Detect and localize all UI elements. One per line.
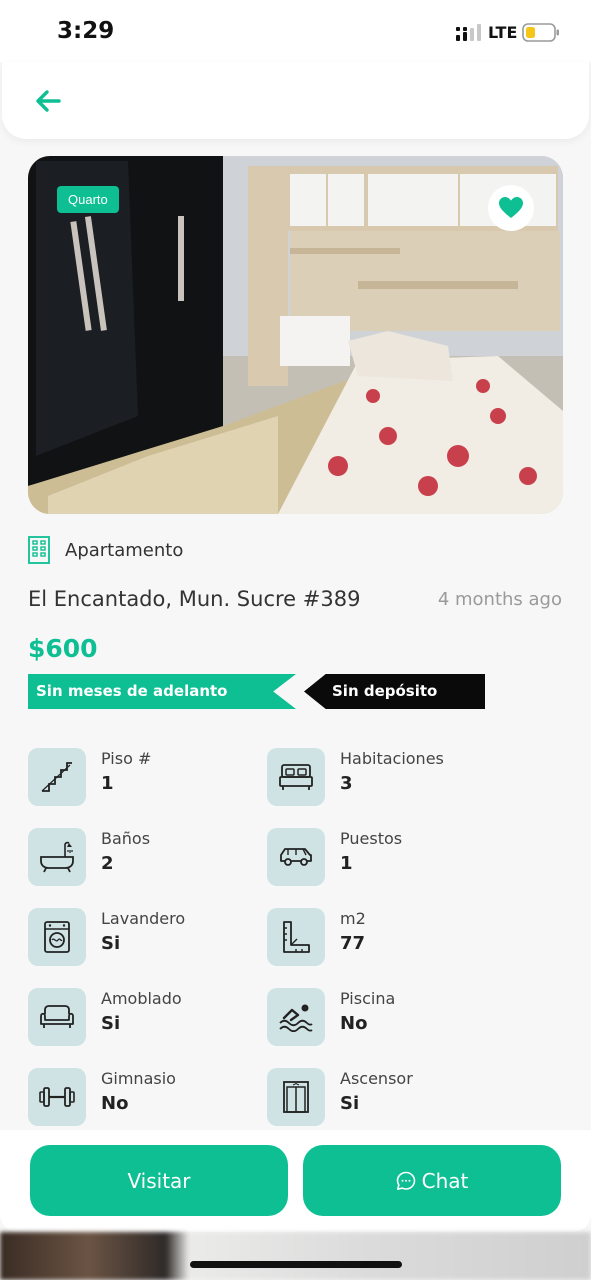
feature-area: m2 77	[267, 908, 507, 966]
building-icon	[28, 536, 50, 564]
bathtub-icon	[40, 841, 74, 873]
no-deposit-tag: Sin depósito	[304, 674, 485, 709]
top-bar	[2, 62, 589, 139]
feature-icon-box	[28, 908, 86, 966]
stairs-icon	[41, 762, 72, 792]
property-type-label: Apartamento	[65, 539, 184, 561]
favorite-button[interactable]	[488, 185, 534, 231]
feature-value: Si	[101, 1013, 121, 1034]
bed-icon	[279, 764, 313, 790]
feature-laundry: Lavandero Si	[28, 908, 268, 966]
status-bar: 3:29 LTE	[0, 0, 591, 62]
feature-label: Lavandero	[101, 909, 186, 928]
feature-value: 3	[340, 773, 353, 794]
ruler-icon	[283, 921, 310, 953]
feature-label: Habitaciones	[340, 749, 444, 768]
sofa-icon	[40, 1005, 74, 1028]
feature-icon-box	[267, 988, 325, 1046]
visit-button[interactable]: Visitar	[30, 1145, 288, 1216]
feature-value: 77	[340, 933, 366, 954]
chat-button[interactable]: Chat	[303, 1145, 561, 1216]
heart-icon	[499, 197, 523, 218]
cellular-signal-icon	[456, 24, 481, 41]
feature-bathrooms: Baños 2	[28, 828, 268, 886]
feature-gym: Gimnasio No	[28, 1068, 268, 1126]
feature-value: Si	[101, 933, 121, 954]
feature-icon-box	[267, 828, 325, 886]
feature-label: Puestos	[340, 829, 403, 848]
arrow-left-icon	[36, 90, 61, 112]
feature-value: 1	[101, 773, 114, 794]
feature-value: Si	[340, 1093, 360, 1114]
feature-label: Ascensor	[340, 1069, 413, 1088]
feature-label: Baños	[101, 829, 151, 848]
feature-furnished: Amoblado Si	[28, 988, 268, 1046]
no-advance-months-tag: Sin meses de adelanto	[28, 674, 296, 709]
background-content-blur	[0, 1232, 591, 1280]
battery-icon	[522, 23, 559, 42]
feature-value: 2	[101, 853, 114, 874]
property-photo[interactable]: Quarto	[28, 156, 563, 514]
feature-icon-box	[28, 1068, 86, 1126]
feature-elevator: Ascensor Si	[267, 1068, 507, 1126]
feature-floor: Piso # 1	[28, 748, 268, 806]
feature-icon-box	[28, 828, 86, 886]
whatsapp-icon	[396, 1171, 415, 1190]
chat-button-label: Chat	[421, 1168, 469, 1193]
property-type-row: Apartamento	[28, 535, 183, 565]
status-time: 3:29	[57, 18, 115, 44]
feature-parking: Puestos 1	[267, 828, 507, 886]
feature-value: 1	[340, 853, 353, 874]
feature-label: Gimnasio	[101, 1069, 176, 1088]
home-indicator[interactable]	[190, 1261, 402, 1268]
car-icon	[280, 848, 312, 866]
feature-label: Piso #	[101, 749, 152, 768]
room-type-badge: Quarto	[57, 186, 119, 213]
feature-icon-box	[28, 748, 86, 806]
feature-icon-box	[267, 748, 325, 806]
pool-icon	[279, 1004, 313, 1032]
posted-time: 4 months ago	[437, 589, 562, 610]
elevator-icon	[283, 1081, 309, 1113]
feature-label: Piscina	[340, 989, 396, 1008]
feature-value: No	[101, 1093, 129, 1114]
action-bar: Visitar Chat	[0, 1130, 591, 1232]
feature-icon-box	[28, 988, 86, 1046]
network-label: LTE	[488, 23, 518, 42]
back-button[interactable]	[28, 82, 68, 120]
washing-machine-icon	[44, 921, 70, 953]
dumbbell-icon	[39, 1087, 75, 1107]
feature-icon-box	[267, 1068, 325, 1126]
feature-value: No	[340, 1013, 368, 1034]
feature-icon-box	[267, 908, 325, 966]
visit-button-label: Visitar	[127, 1168, 191, 1193]
address-text: El Encantado, Mun. Sucre #389	[28, 587, 361, 611]
feature-rooms: Habitaciones 3	[267, 748, 507, 806]
feature-label: m2	[340, 909, 366, 928]
price-text: $600	[28, 634, 98, 663]
feature-label: Amoblado	[101, 989, 182, 1008]
feature-pool: Piscina No	[267, 988, 507, 1046]
